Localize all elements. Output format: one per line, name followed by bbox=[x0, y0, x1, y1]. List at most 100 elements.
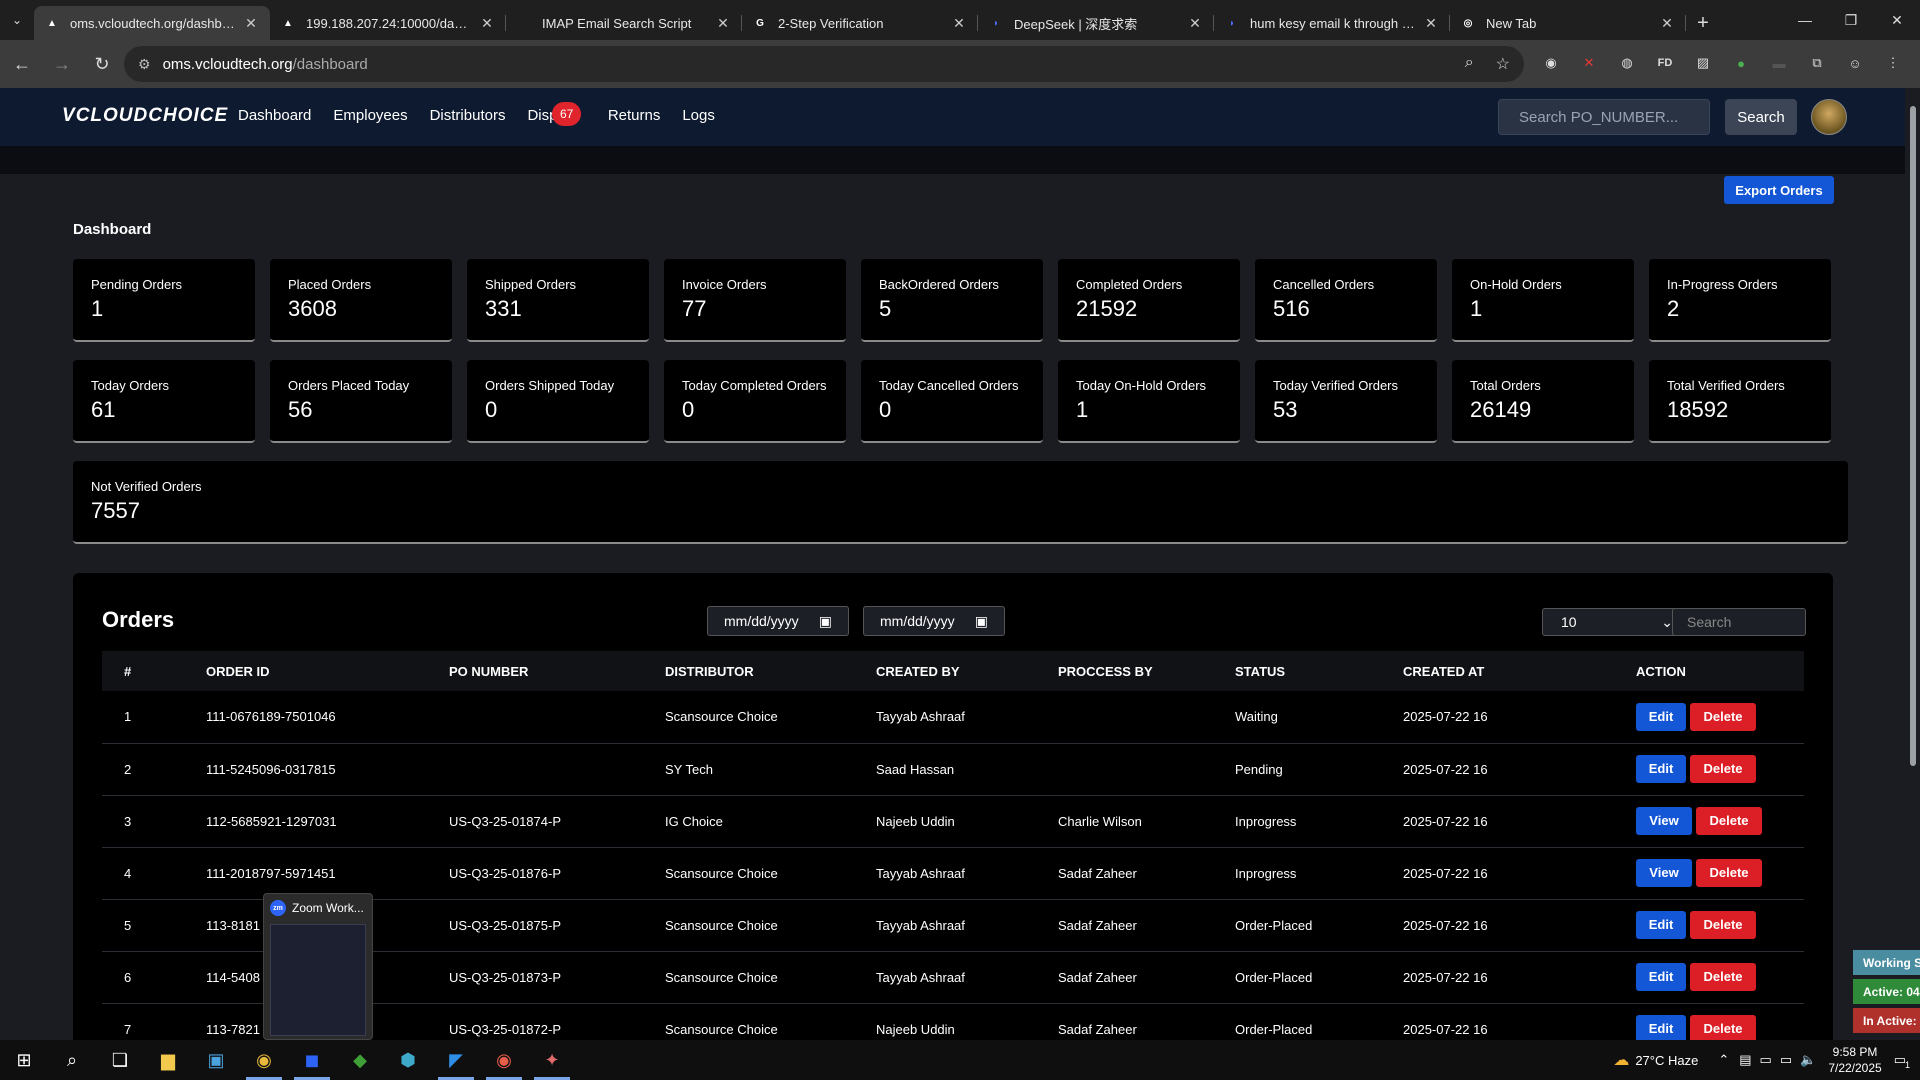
cell-order-id: 111-0676189-7501046 bbox=[206, 691, 449, 744]
nav-logs[interactable]: Logs bbox=[682, 107, 715, 124]
back-icon[interactable]: ← bbox=[4, 46, 40, 82]
user-avatar[interactable] bbox=[1811, 99, 1847, 135]
page-size-select[interactable]: 10 ⌄ bbox=[1542, 608, 1692, 636]
edit-button[interactable]: Edit bbox=[1636, 911, 1686, 939]
delete-button[interactable]: Delete bbox=[1696, 807, 1762, 835]
app-bird-icon[interactable]: ✦ bbox=[528, 1040, 576, 1080]
edit-button[interactable]: Edit bbox=[1636, 702, 1686, 731]
site-info-icon[interactable]: ⚙ bbox=[138, 56, 151, 73]
date-from-input[interactable]: mm/dd/yyyy ▣ bbox=[707, 606, 849, 636]
view-button[interactable]: View bbox=[1636, 859, 1692, 887]
zoom-icon[interactable]: ⌕ bbox=[1465, 54, 1474, 74]
extension-dark-icon[interactable]: ▬ bbox=[1768, 52, 1790, 74]
address-bar[interactable]: ⚙ oms.vcloudtech.org/dashboard ⌕ ☆ bbox=[124, 46, 1524, 82]
close-tab-icon[interactable]: ✕ bbox=[478, 15, 496, 32]
network-icon[interactable]: ▭ bbox=[1780, 1052, 1792, 1068]
stat-card-label: BackOrdered Orders bbox=[879, 277, 999, 292]
extension-image-icon[interactable]: ▨ bbox=[1692, 52, 1714, 74]
edit-button[interactable]: Edit bbox=[1636, 755, 1686, 783]
volume-icon[interactable]: 🔈 bbox=[1800, 1052, 1816, 1068]
vscode-icon[interactable]: ◤ bbox=[432, 1040, 480, 1080]
tab-search-icon[interactable]: ⌄ bbox=[0, 0, 34, 40]
task-view-icon[interactable]: ❏ bbox=[96, 1040, 144, 1080]
chrome-icon[interactable]: ◉ bbox=[240, 1040, 288, 1080]
date-from-placeholder: mm/dd/yyyy bbox=[724, 613, 799, 629]
microsoft-store-icon[interactable]: ▣ bbox=[192, 1040, 240, 1080]
close-window-icon[interactable]: ✕ bbox=[1874, 0, 1920, 40]
windows-start-icon[interactable]: ⊞ bbox=[0, 1040, 48, 1080]
delete-button[interactable]: Delete bbox=[1690, 911, 1756, 939]
zoom-window-preview[interactable]: zm Zoom Work... bbox=[263, 893, 373, 1040]
browser-tab[interactable]: ▲ 199.188.207.24:10000/dashboard ✕ bbox=[270, 6, 506, 40]
close-tab-icon[interactable]: ✕ bbox=[1186, 15, 1204, 32]
delete-button[interactable]: Delete bbox=[1690, 702, 1756, 731]
status-widget[interactable]: Active: 04 bbox=[1853, 979, 1920, 1004]
stat-card-label: Today Cancelled Orders bbox=[879, 378, 1019, 393]
file-explorer-icon[interactable]: ▆ bbox=[144, 1040, 192, 1080]
mongodb-compass-icon[interactable]: ◆ bbox=[336, 1040, 384, 1080]
chrome-profile-icon[interactable]: ◉ bbox=[480, 1040, 528, 1080]
restore-icon[interactable]: ❐ bbox=[1828, 0, 1874, 40]
nav-distributors[interactable]: Distributors bbox=[430, 107, 506, 124]
extensions-puzzle-icon[interactable]: ⧉ bbox=[1806, 52, 1828, 74]
po-search-input[interactable]: Search PO_NUMBER... bbox=[1498, 99, 1710, 135]
browser-menu-icon[interactable]: ⋮ bbox=[1882, 52, 1904, 74]
profile-icon[interactable]: ☺ bbox=[1844, 52, 1866, 74]
po-search-button[interactable]: Search bbox=[1725, 99, 1797, 135]
tray-app-icon[interactable]: ▤ bbox=[1739, 1052, 1751, 1068]
export-orders-button[interactable]: Export Orders bbox=[1724, 176, 1834, 204]
date-to-input[interactable]: mm/dd/yyyy ▣ bbox=[863, 606, 1005, 636]
delete-button[interactable]: Delete bbox=[1690, 1015, 1756, 1043]
edit-button[interactable]: Edit bbox=[1636, 963, 1686, 991]
extension-globe-icon[interactable]: ◍ bbox=[1616, 52, 1638, 74]
minimize-icon[interactable]: — bbox=[1782, 0, 1828, 40]
system-clock[interactable]: 9:58 PM 7/22/2025 bbox=[1828, 1044, 1881, 1076]
browser-tab[interactable]: ◗ DeepSeek | 深度求索 ✕ bbox=[978, 6, 1214, 40]
close-tab-icon[interactable]: ✕ bbox=[1658, 15, 1676, 32]
edit-button[interactable]: Edit bbox=[1636, 1015, 1686, 1043]
cell-po-number: US-Q3-25-01873-P bbox=[449, 951, 665, 1004]
nav-employees[interactable]: Employees bbox=[333, 107, 407, 124]
close-tab-icon[interactable]: ✕ bbox=[714, 15, 732, 32]
extension-fd-icon[interactable]: FD bbox=[1654, 52, 1676, 74]
browser-tab[interactable]: ◗ hum kesy email k through code ✕ bbox=[1214, 6, 1450, 40]
calendar-icon[interactable]: ▣ bbox=[975, 613, 988, 630]
browser-tab[interactable]: ◎ New Tab ✕ bbox=[1450, 6, 1686, 40]
status-widget[interactable]: In Active: bbox=[1853, 1008, 1920, 1033]
delete-button[interactable]: Delete bbox=[1696, 859, 1762, 887]
browser-tab[interactable]: ▲ oms.vcloudtech.org/dashboard ✕ bbox=[34, 6, 270, 40]
zoom-icon[interactable]: ◼ bbox=[288, 1040, 336, 1080]
battery-icon[interactable]: ▭ bbox=[1760, 1052, 1772, 1068]
orders-search-input[interactable]: Search bbox=[1672, 608, 1806, 636]
cell-number: 5 bbox=[102, 899, 206, 952]
close-tab-icon[interactable]: ✕ bbox=[950, 15, 968, 32]
tray-chevron-icon[interactable]: ⌃ bbox=[1718, 1052, 1729, 1068]
nav-returns[interactable]: Returns bbox=[608, 107, 661, 124]
browser-tab[interactable]: ◌ IMAP Email Search Script ✕ bbox=[506, 6, 742, 40]
close-tab-icon[interactable]: ✕ bbox=[242, 15, 260, 32]
extension-green-icon[interactable]: ● bbox=[1730, 52, 1752, 74]
nav-dashboard[interactable]: Dashboard bbox=[238, 107, 311, 124]
delete-button[interactable]: Delete bbox=[1690, 963, 1756, 991]
stat-card-label: Completed Orders bbox=[1076, 277, 1183, 292]
view-button[interactable]: View bbox=[1636, 807, 1692, 835]
scrollbar-thumb[interactable] bbox=[1910, 106, 1916, 766]
zoom-preview-thumbnail[interactable] bbox=[270, 924, 366, 1036]
reload-icon[interactable]: ↻ bbox=[84, 46, 120, 82]
calendar-icon[interactable]: ▣ bbox=[819, 613, 832, 630]
close-tab-icon[interactable]: ✕ bbox=[1422, 15, 1440, 32]
app-hex-icon[interactable]: ⬢ bbox=[384, 1040, 432, 1080]
app-logo[interactable]: VCLOUDCHOICE bbox=[62, 105, 228, 127]
extension-glasses-icon[interactable]: ◉ bbox=[1540, 52, 1562, 74]
search-icon[interactable]: ⌕ bbox=[48, 1040, 96, 1080]
new-tab-button[interactable]: + bbox=[1686, 6, 1720, 40]
bookmark-star-icon[interactable]: ☆ bbox=[1496, 54, 1510, 74]
delete-button[interactable]: Delete bbox=[1690, 755, 1756, 783]
status-widget[interactable]: Working S bbox=[1853, 950, 1920, 975]
browser-tab[interactable]: G 2-Step Verification ✕ bbox=[742, 6, 978, 40]
triangle-icon: ▲ bbox=[283, 17, 293, 29]
forward-icon[interactable]: → bbox=[44, 46, 80, 82]
weather-text[interactable]: 27°C Haze bbox=[1635, 1053, 1698, 1068]
notification-icon[interactable]: ▭ 1 bbox=[1894, 1052, 1910, 1070]
extension-x-icon[interactable]: ✕ bbox=[1578, 52, 1600, 74]
